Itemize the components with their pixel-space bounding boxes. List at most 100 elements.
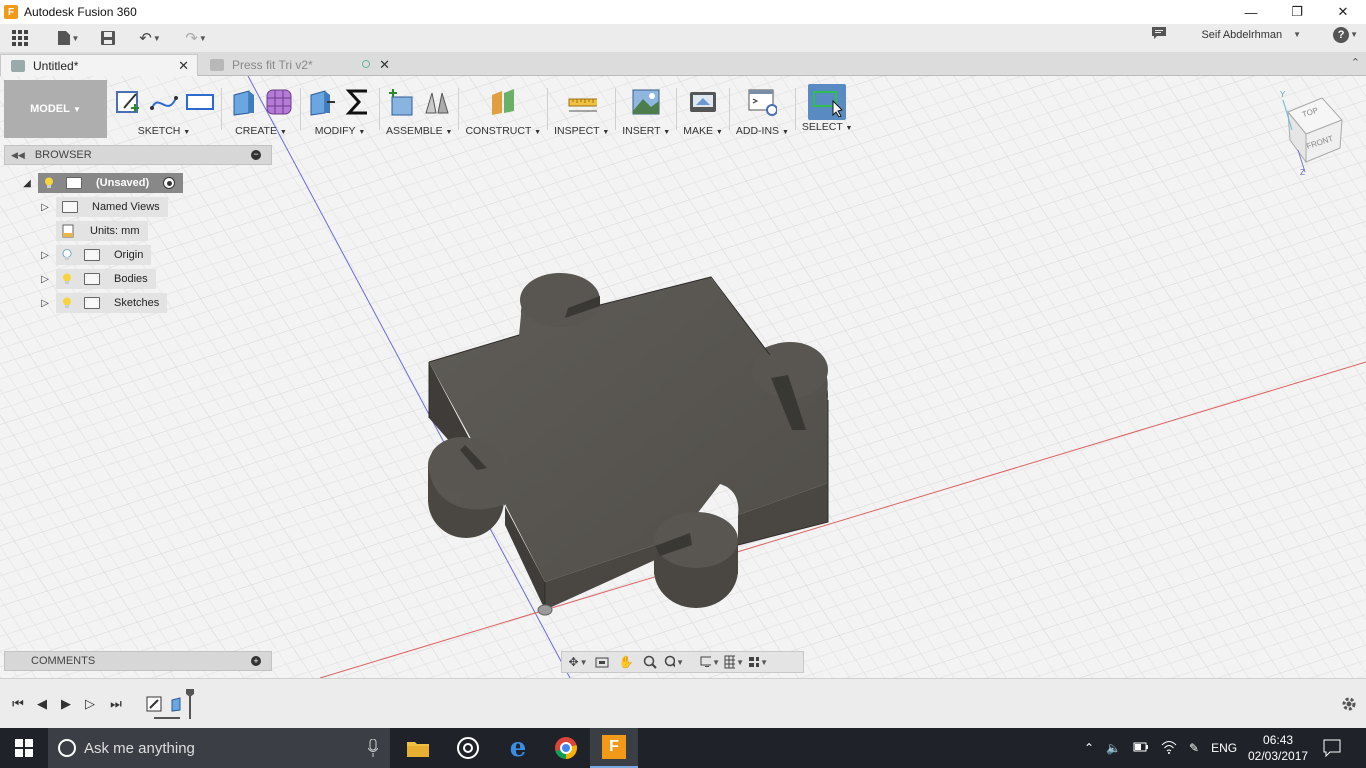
expand-triangle-icon[interactable]: ▷ xyxy=(38,200,52,214)
tab-untitled[interactable]: Untitled* ✕ xyxy=(0,54,198,76)
joint-icon[interactable] xyxy=(422,87,452,117)
3d-print-icon[interactable] xyxy=(688,87,718,117)
wifi-icon[interactable] xyxy=(1161,740,1177,757)
3d-viewport[interactable]: TOP FRONT Y Z xyxy=(0,76,1366,678)
browser-item-units[interactable]: Units: mm xyxy=(56,221,148,241)
windows-start-icon[interactable] xyxy=(0,728,48,768)
press-pull-icon[interactable] xyxy=(307,87,337,117)
activate-component-radio-icon[interactable] xyxy=(163,177,176,189)
browser-item-bodies[interactable]: ▷ Bodies xyxy=(38,269,156,289)
undo-icon[interactable]: ↶ ▼ xyxy=(134,26,166,50)
insert-canvas-icon[interactable] xyxy=(631,87,661,117)
pen-ink-icon[interactable]: ✎ xyxy=(1189,741,1199,755)
insert-group[interactable]: INSERT ▼ xyxy=(616,80,676,138)
timeline-sketch-feature-icon[interactable] xyxy=(144,695,164,713)
browser-root-node[interactable]: ◢ (Unsaved) xyxy=(20,173,184,193)
add-ins-group[interactable]: ADD-INS ▼ xyxy=(730,80,795,138)
offset-plane-icon[interactable] xyxy=(488,87,518,117)
window-controls: — ❐ ✕ xyxy=(1228,0,1366,24)
fit-icon[interactable]: ▼ xyxy=(664,653,684,671)
scripts-addins-icon[interactable] xyxy=(747,87,778,117)
timeline-first-icon[interactable]: ⏮ xyxy=(8,695,28,713)
taskbar-clock[interactable]: 06:43 02/03/2017 xyxy=(1248,732,1308,764)
timeline-play-icon[interactable]: ▷ xyxy=(80,695,100,713)
close-icon[interactable]: ✕ xyxy=(1320,0,1366,24)
grid-settings-icon[interactable]: ▼ xyxy=(724,653,744,671)
timeline-extrude-feature-icon[interactable] xyxy=(168,695,188,713)
fusion-taskbar-icon[interactable]: F xyxy=(590,728,638,768)
spline-icon[interactable] xyxy=(149,87,179,117)
collapse-triangle-icon[interactable]: ◢ xyxy=(20,176,34,190)
tab-press-fit-tri[interactable]: Press fit Tri v2* ✕ xyxy=(200,54,398,76)
save-icon[interactable] xyxy=(96,26,120,50)
browser-item-named-views[interactable]: ▷ Named Views xyxy=(38,197,168,217)
browser-minimize-icon[interactable]: − xyxy=(251,150,261,160)
data-panel-grid-icon[interactable] xyxy=(8,26,32,50)
display-settings-icon[interactable]: ▼ xyxy=(700,653,720,671)
visibility-bulb-icon[interactable] xyxy=(62,297,72,309)
close-tab-icon[interactable]: ✕ xyxy=(178,58,189,74)
modify-group[interactable]: MODIFY ▼ xyxy=(301,80,379,138)
extrude-icon[interactable] xyxy=(228,87,258,117)
media-app-icon[interactable] xyxy=(444,728,492,768)
create-sketch-icon[interactable] xyxy=(113,87,143,117)
restore-icon[interactable]: ❐ xyxy=(1274,0,1320,24)
rectangle-icon[interactable] xyxy=(185,87,215,117)
file-menu-icon[interactable]: ▼ xyxy=(54,26,82,50)
form-icon[interactable] xyxy=(264,87,294,117)
comments-panel-header[interactable]: COMMENTS + xyxy=(4,651,272,671)
volume-icon[interactable]: 🔈 xyxy=(1106,741,1121,755)
visibility-bulb-icon[interactable] xyxy=(44,177,54,189)
axis-z-label: Z xyxy=(1300,168,1305,177)
expand-triangle-icon[interactable]: ▷ xyxy=(38,296,52,310)
microphone-icon[interactable] xyxy=(367,738,379,760)
pan-hand-icon[interactable]: ✋ xyxy=(616,653,636,671)
select-group[interactable]: SELECT ▼ xyxy=(796,80,859,138)
zoom-icon[interactable] xyxy=(640,653,660,671)
construct-group[interactable]: CONSTRUCT ▼ xyxy=(459,80,547,138)
expand-triangle-icon[interactable]: ▷ xyxy=(38,248,52,262)
create-group[interactable]: CREATE ▼ xyxy=(222,80,300,138)
viewports-icon[interactable]: ▼ xyxy=(748,653,768,671)
visibility-bulb-icon[interactable] xyxy=(62,273,72,285)
collapse-tabs-chevron-icon[interactable]: ⌃ xyxy=(1351,56,1360,69)
workspace-switcher[interactable]: MODEL ▼ xyxy=(4,80,107,138)
browser-item-origin[interactable]: ▷ Origin xyxy=(38,245,152,265)
select-tool-icon[interactable] xyxy=(808,84,847,120)
new-component-icon[interactable] xyxy=(386,87,416,117)
browser-panel-header[interactable]: ◀◀ BROWSER − xyxy=(4,145,272,165)
look-at-icon[interactable] xyxy=(592,653,612,671)
inspect-group[interactable]: INSPECT ▼ xyxy=(548,80,615,138)
user-account-menu[interactable]: Seif Abdelrhman xyxy=(1201,29,1282,41)
collapse-browser-icon[interactable]: ◀◀ xyxy=(11,150,25,161)
language-indicator[interactable]: ENG xyxy=(1211,741,1237,755)
battery-icon[interactable] xyxy=(1133,741,1149,755)
browser-item-sketches[interactable]: ▷ Sketches xyxy=(38,293,168,313)
visibility-bulb-off-icon[interactable] xyxy=(62,249,72,261)
timeline-settings-gear-icon[interactable] xyxy=(1340,695,1358,716)
minimize-icon[interactable]: — xyxy=(1228,0,1274,24)
edge-browser-icon[interactable]: e xyxy=(494,728,542,768)
make-group[interactable]: MAKE ▼ xyxy=(677,80,729,138)
redo-icon[interactable]: ↷ ▼ xyxy=(180,26,212,50)
sketch-group[interactable]: SKETCH ▼ xyxy=(107,80,221,138)
user-menu-caret-icon[interactable]: ▼ xyxy=(1293,30,1301,39)
assemble-group[interactable]: ASSEMBLE ▼ xyxy=(380,80,458,138)
timeline-previous-icon[interactable]: ◀ xyxy=(32,695,52,713)
notifications-icon[interactable] xyxy=(1151,26,1167,43)
file-explorer-icon[interactable] xyxy=(394,728,442,768)
parameters-sigma-icon[interactable] xyxy=(343,87,373,117)
tray-expand-chevron-icon[interactable]: ⌃ xyxy=(1084,741,1094,755)
action-center-icon[interactable] xyxy=(1322,738,1342,761)
add-comment-icon[interactable]: + xyxy=(251,656,261,666)
orbit-icon[interactable]: ✥ ▼ xyxy=(568,653,588,671)
timeline-play-back-icon[interactable]: ▶ xyxy=(56,695,76,713)
chrome-browser-icon[interactable] xyxy=(542,728,590,768)
timeline-marker[interactable] xyxy=(186,689,194,719)
measure-icon[interactable] xyxy=(567,87,597,117)
help-icon[interactable]: ? ▼ xyxy=(1333,26,1358,43)
expand-triangle-icon[interactable]: ▷ xyxy=(38,272,52,286)
taskbar-search-box[interactable]: Ask me anything xyxy=(48,728,390,768)
timeline-last-icon[interactable]: ⏭ xyxy=(106,695,126,713)
close-tab-icon[interactable]: ✕ xyxy=(379,57,390,73)
